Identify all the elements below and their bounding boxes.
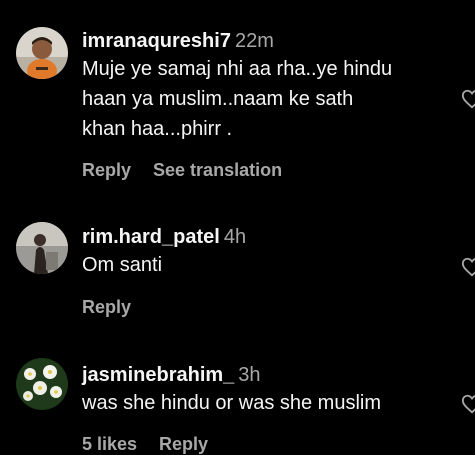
comment-actions: 5 likes Reply (82, 434, 230, 455)
avatar[interactable] (16, 27, 68, 79)
avatar[interactable] (16, 358, 68, 410)
like-heart-icon[interactable] (461, 88, 475, 110)
comment-text: Om santi (82, 250, 452, 280)
username-link[interactable]: jasminebrahim_ (82, 364, 234, 386)
person-photo-avatar-icon (16, 222, 68, 274)
username-link[interactable]: imranaqureshi7 (82, 30, 231, 52)
comment-header: rim.hard_patel 4h (82, 224, 452, 250)
see-translation-button[interactable]: See translation (153, 160, 282, 180)
comment-line: Om santi (82, 254, 163, 276)
comment-actions: Reply See translation (82, 160, 304, 181)
comment-header: jasminebrahim_ 3h (82, 362, 452, 388)
reply-button[interactable]: Reply (82, 297, 131, 317)
timestamp: 3h (238, 364, 261, 386)
comment-line: was she hindu or was she muslim (82, 392, 382, 414)
username-link[interactable]: rim.hard_patel (82, 226, 220, 248)
child-orange-shirt-avatar-icon (16, 27, 68, 79)
avatar[interactable] (16, 222, 68, 274)
comment-text: Muje ye samaj nhi aa rha..ye hindu haan … (82, 54, 452, 144)
comment-text: was she hindu or was she muslim (82, 388, 452, 418)
reply-button[interactable]: Reply (82, 160, 131, 180)
comment-line: haan ya muslim..naam ke sath (82, 88, 354, 110)
comment-actions: Reply (82, 297, 153, 318)
comment-line: khan haa...phirr . (82, 118, 233, 140)
comment-header: imranaqureshi7 22m (82, 28, 452, 54)
timestamp: 4h (223, 226, 247, 248)
like-heart-icon[interactable] (461, 256, 475, 278)
timestamp: 22m (234, 30, 274, 52)
reply-button[interactable]: Reply (159, 434, 208, 454)
white-flowers-avatar-icon (16, 358, 68, 410)
comment-line: Muje ye samaj nhi aa rha..ye hindu (82, 58, 393, 80)
likes-count[interactable]: 5 likes (82, 434, 137, 454)
like-heart-icon[interactable] (461, 393, 475, 415)
